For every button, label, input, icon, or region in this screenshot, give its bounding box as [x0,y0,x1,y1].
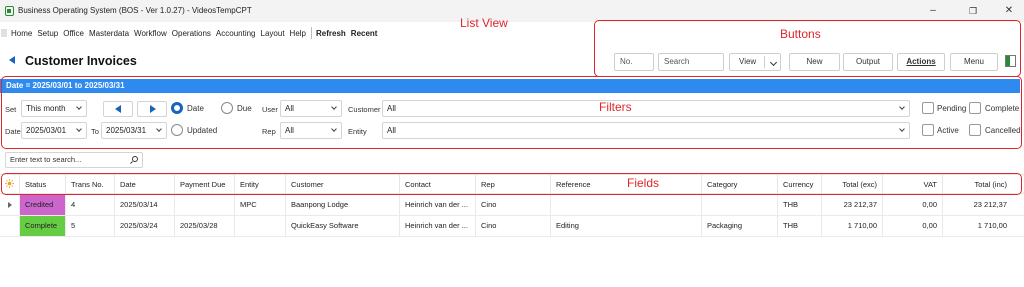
menu-setup[interactable]: Setup [37,29,58,38]
total-exc-cell: 1 710,00 [821,216,882,236]
restore-icon[interactable]: ❐ [966,4,980,18]
menu-refresh[interactable]: Refresh [316,29,346,38]
status-badge: Complete [19,216,65,236]
rep-cell: Cino [475,216,550,236]
menu-masterdata[interactable]: Masterdata [89,29,129,38]
currency-cell: THB [777,216,821,236]
annotation-fields: Fields [627,176,660,190]
menu-home[interactable]: Home [11,29,32,38]
total-inc-cell: 23 212,37 [942,195,1012,215]
grip-icon [1,29,7,37]
window-title: Business Operating System (BOS - Ver 1.0… [18,6,252,15]
entity-cell: MPC [234,195,285,215]
vat-cell: 0,00 [882,216,942,236]
menu-accounting[interactable]: Accounting [216,29,256,38]
annotation-fields-box [1,173,1022,195]
total-exc-cell: 23 212,37 [821,195,882,215]
table-row[interactable]: Credited 4 2025/03/14 MPC Baanpong Lodge… [0,195,1024,216]
minimize-icon[interactable]: – [926,4,940,18]
app-icon [5,6,14,16]
customer-cell: Baanpong Lodge [285,195,399,215]
date-cell: 2025/03/24 [114,216,174,236]
total-inc-cell: 1 710,00 [942,216,1012,236]
status-badge: Credited [19,195,65,215]
grid-search-placeholder: Enter text to search... [10,155,82,164]
close-icon[interactable]: ✕ [1002,4,1016,18]
search-icon[interactable] [132,156,138,162]
reference-cell: Editing [550,216,701,236]
menu-separator [311,27,312,39]
trans-no-cell: 4 [65,195,114,215]
entity-cell [234,216,285,236]
category-cell [701,195,777,215]
menu-workflow[interactable]: Workflow [134,29,167,38]
menu-help[interactable]: Help [290,29,306,38]
back-arrow-icon[interactable] [9,56,15,64]
contact-cell: Heinrich van der ... [399,216,475,236]
menu-operations[interactable]: Operations [172,29,211,38]
category-cell: Packaging [701,216,777,236]
menu-bar: Home Setup Office Masterdata Workflow Op… [0,24,382,42]
menu-recent[interactable]: Recent [351,29,378,38]
annotation-filters: Filters [599,100,632,114]
vat-cell: 0,00 [882,195,942,215]
customer-cell: QuickEasy Software [285,216,399,236]
contact-cell: Heinrich van der ... [399,195,475,215]
annotation-buttons: Buttons [780,27,821,41]
expand-row-icon[interactable] [8,202,12,208]
annotation-list-view: List View [460,16,508,30]
annotation-filters-box [1,76,1022,149]
grid-search-input[interactable]: Enter text to search... [5,152,143,168]
menu-layout[interactable]: Layout [261,29,285,38]
rep-cell: Cino [475,195,550,215]
currency-cell: THB [777,195,821,215]
payment-due-cell: 2025/03/28 [174,216,234,236]
date-cell: 2025/03/14 [114,195,174,215]
payment-due-cell [174,195,234,215]
table-row[interactable]: Complete 5 2025/03/24 2025/03/28 QuickEa… [0,216,1024,237]
menu-office[interactable]: Office [63,29,84,38]
reference-cell [550,195,701,215]
title-bar: Business Operating System (BOS - Ver 1.0… [0,0,1024,22]
page-title: Customer Invoices [25,54,137,68]
trans-no-cell: 5 [65,216,114,236]
